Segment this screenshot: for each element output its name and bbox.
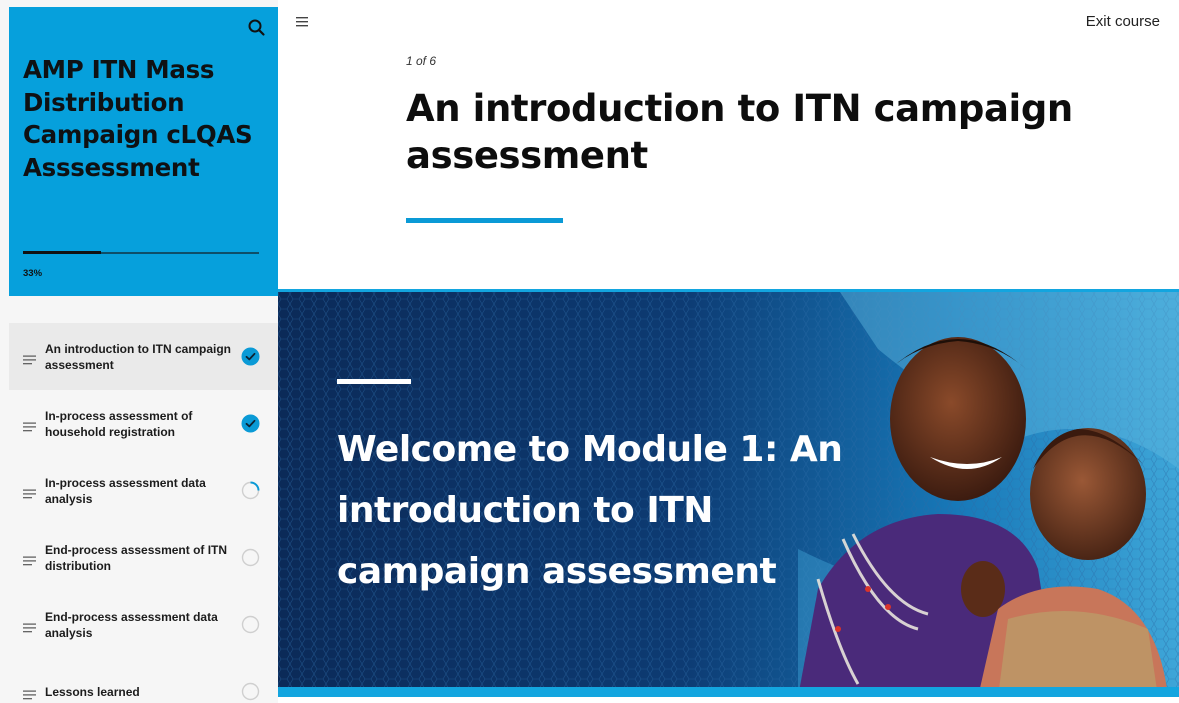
lesson-item[interactable]: End-process assessment of ITN distributi… <box>9 524 278 591</box>
lesson-counter: 1 of 6 <box>406 54 437 68</box>
checkmark-circle-icon <box>241 347 260 366</box>
lesson-item[interactable]: Lessons learned <box>9 658 278 703</box>
empty-circle-icon <box>241 548 260 567</box>
lesson-label: End-process assessment data analysis <box>45 609 218 640</box>
title-divider <box>406 218 563 223</box>
lesson-item[interactable]: In-process assessment of household regis… <box>9 390 278 457</box>
hamburger-menu-icon[interactable] <box>296 15 310 27</box>
page-title: An introduction to ITN campaign assessme… <box>406 87 1073 177</box>
lesson-item[interactable]: End-process assessment data analysis <box>9 591 278 658</box>
course-title: AMP ITN Mass Distribution Campaign cLQAS… <box>23 55 253 182</box>
banner-bottom-border <box>278 687 1179 697</box>
exit-course-link[interactable]: Exit course <box>1086 13 1160 30</box>
course-progress-fill <box>23 251 101 254</box>
lesson-lines-icon <box>23 553 37 565</box>
lesson-list: An introduction to ITN campaign assessme… <box>9 323 278 703</box>
lesson-lines-icon <box>23 687 37 699</box>
search-icon[interactable] <box>246 17 268 39</box>
lesson-lines-icon <box>23 486 37 498</box>
lesson-banner: Welcome to Module 1: An introduction to … <box>278 289 1179 697</box>
checkmark-circle-icon <box>241 414 260 433</box>
banner-heading: Welcome to Module 1: An introduction to … <box>337 429 843 592</box>
lesson-label: In-process assessment of household regis… <box>45 408 193 439</box>
lesson-label: End-process assessment of ITN distributi… <box>45 542 228 573</box>
banner-top-border <box>278 289 1179 292</box>
lesson-label: An introduction to ITN campaign assessme… <box>45 341 231 372</box>
lesson-lines-icon <box>23 352 37 364</box>
lesson-item[interactable]: In-process assessment data analysis <box>9 457 278 524</box>
course-progress-bar <box>23 251 259 254</box>
lesson-lines-icon <box>23 419 37 431</box>
lesson-label: Lessons learned <box>45 684 140 699</box>
course-header: AMP ITN Mass Distribution Campaign cLQAS… <box>9 7 278 296</box>
lesson-lines-icon <box>23 620 37 632</box>
banner-divider <box>337 379 411 384</box>
course-progress-label: 33% <box>23 268 43 279</box>
lesson-item[interactable]: An introduction to ITN campaign assessme… <box>9 323 278 390</box>
progress-circle-icon <box>241 481 260 500</box>
empty-circle-icon <box>241 682 260 701</box>
empty-circle-icon <box>241 615 260 634</box>
lesson-label: In-process assessment data analysis <box>45 475 206 506</box>
course-sidebar: AMP ITN Mass Distribution Campaign cLQAS… <box>0 0 278 703</box>
